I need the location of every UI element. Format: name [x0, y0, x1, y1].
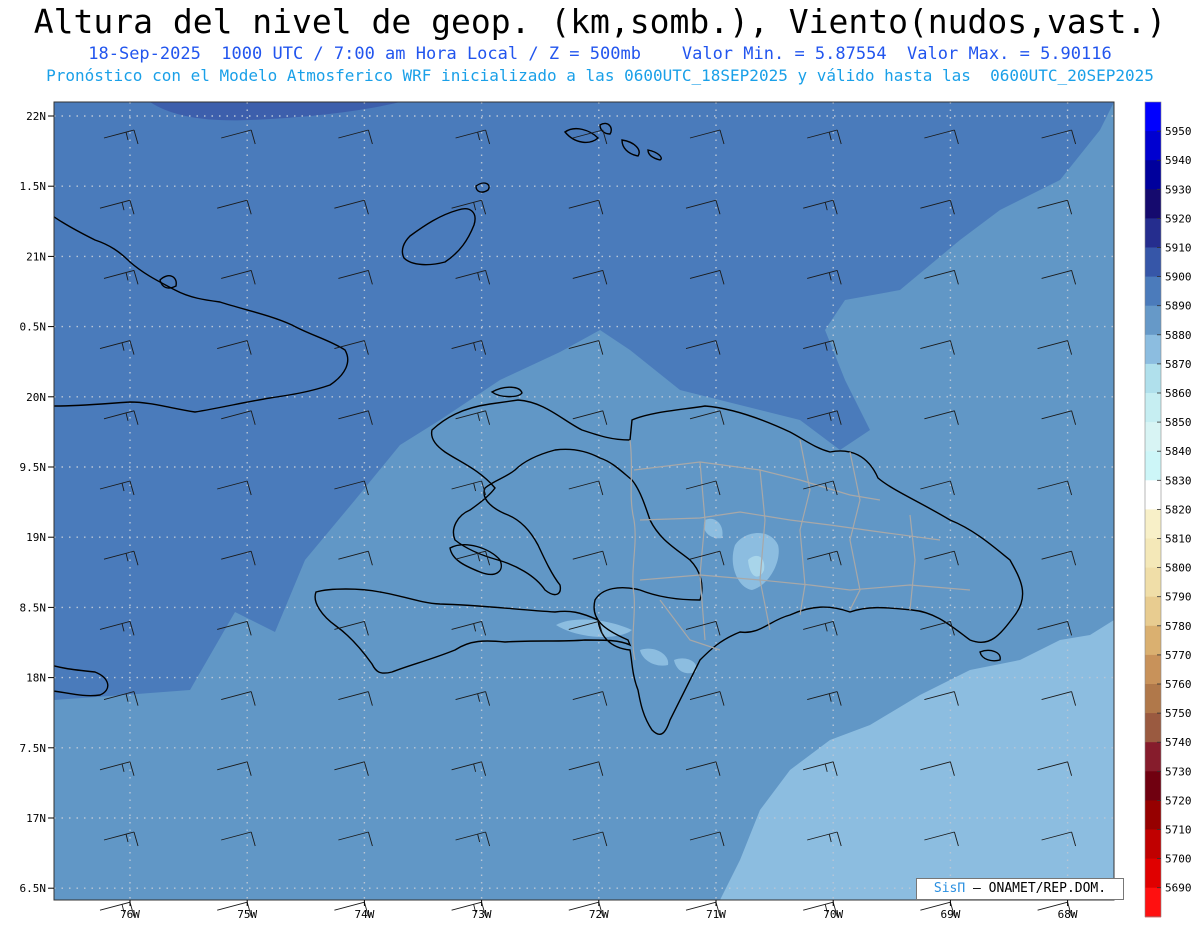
lat-label: 7.5N	[20, 742, 47, 755]
colorbar-swatch	[1145, 684, 1161, 714]
latitude-labels: 22N 1.5N 21N 0.5N 20N 9.5N 19N 8.5N 18N 7.5N 17N 6.…	[20, 110, 54, 895]
lon-label: 70W	[823, 908, 843, 921]
credit-brand: SisΠ	[933, 881, 966, 896]
colorbar-label: 5950	[1165, 125, 1192, 138]
longitude-labels: 76W 75W 74W 73W 72W 71W 70W 69W 68W	[120, 900, 1078, 921]
colorbar-swatch	[1145, 102, 1161, 132]
colorbar-label: 5930	[1165, 183, 1192, 196]
colorbar-label: 5710	[1165, 824, 1192, 837]
colorbar-swatch	[1145, 742, 1161, 772]
colorbar-swatch	[1145, 654, 1161, 685]
colorbar-swatch	[1145, 713, 1161, 743]
lat-label: 6.5N	[20, 882, 47, 895]
lat-label: 0.5N	[20, 321, 47, 334]
colorbar-label: 5720	[1165, 794, 1192, 807]
lat-label: 20N	[26, 391, 46, 404]
colorbar-label: 5920	[1165, 212, 1192, 225]
colorbar-label: 5760	[1165, 678, 1192, 691]
colorbar-swatch	[1145, 189, 1161, 219]
lon-label: 72W	[589, 908, 609, 921]
colorbar-label: 5770	[1165, 649, 1192, 662]
lon-label: 69W	[940, 908, 960, 921]
colorbar-swatch	[1145, 160, 1161, 190]
colorbar-swatch	[1145, 509, 1161, 539]
colorbar-swatch	[1145, 858, 1161, 889]
credit-badge: SisΠ – ONAMET/REP.DOM.	[916, 878, 1124, 900]
map-canvas: 22N 1.5N 21N 0.5N 20N 9.5N 19N 8.5N 18N 7.5N 17N 6.…	[20, 101, 1192, 921]
colorbar-swatch	[1145, 218, 1161, 248]
lat-label: 8.5N	[20, 601, 47, 614]
lon-label: 76W	[120, 908, 140, 921]
colorbar: 5950 5940 5930 5920 5910 5900 5890 5880 5870 5860…	[1144, 101, 1192, 918]
colorbar-swatch	[1145, 247, 1161, 278]
colorbar-label: 5730	[1165, 765, 1192, 778]
lon-label: 73W	[472, 908, 492, 921]
colorbar-label: 5880	[1165, 329, 1192, 342]
colorbar-label: 5820	[1165, 503, 1192, 516]
colorbar-swatch	[1145, 596, 1161, 627]
lat-label: 19N	[26, 531, 46, 544]
colorbar-swatch	[1145, 131, 1161, 161]
colorbar-label: 5940	[1165, 154, 1192, 167]
colorbar-label: 5850	[1165, 416, 1192, 429]
colorbar-swatch	[1145, 305, 1161, 336]
colorbar-label: 5740	[1165, 736, 1192, 749]
colorbar-label: 5780	[1165, 620, 1192, 633]
colorbar-swatch	[1145, 538, 1161, 569]
lat-label: 22N	[26, 110, 46, 123]
colorbar-swatch	[1145, 567, 1161, 598]
lon-label: 75W	[237, 908, 257, 921]
colorbar-label: 5870	[1165, 358, 1192, 371]
colorbar-swatch	[1145, 451, 1161, 481]
colorbar-label: 5800	[1165, 562, 1192, 575]
colorbar-label: 5860	[1165, 387, 1192, 400]
colorbar-swatch	[1145, 829, 1161, 860]
colorbar-swatch	[1145, 625, 1161, 656]
colorbar-label: 5890	[1165, 300, 1192, 313]
colorbar-swatch	[1145, 363, 1161, 394]
colorbar-swatch	[1145, 480, 1161, 510]
lat-label: 1.5N	[20, 180, 47, 193]
colorbar-label: 5810	[1165, 533, 1192, 546]
colorbar-swatch	[1145, 800, 1161, 830]
colorbar-swatch	[1145, 393, 1161, 423]
lat-label: 18N	[26, 672, 46, 685]
colorbar-label: 5830	[1165, 474, 1192, 487]
lat-label: 21N	[26, 250, 46, 263]
colorbar-label: 5700	[1165, 853, 1192, 866]
colorbar-swatch	[1145, 422, 1161, 452]
colorbar-swatch	[1145, 276, 1161, 307]
credit-text: – ONAMET/REP.DOM.	[973, 881, 1107, 896]
colorbar-label: 5750	[1165, 707, 1192, 720]
colorbar-label: 5900	[1165, 271, 1192, 284]
colorbar-label: 5690	[1165, 882, 1192, 895]
lon-label: 71W	[706, 908, 726, 921]
colorbar-label: 5840	[1165, 445, 1192, 458]
colorbar-swatch	[1145, 887, 1161, 918]
colorbar-label: 5910	[1165, 242, 1192, 255]
lon-label: 68W	[1058, 908, 1078, 921]
lon-label: 74W	[354, 908, 374, 921]
colorbar-label: 5790	[1165, 591, 1192, 604]
colorbar-swatch	[1145, 771, 1161, 801]
colorbar-swatch	[1145, 334, 1161, 365]
lat-label: 9.5N	[20, 461, 47, 474]
lat-label: 17N	[26, 812, 46, 825]
geopotential-shading	[54, 102, 1114, 900]
